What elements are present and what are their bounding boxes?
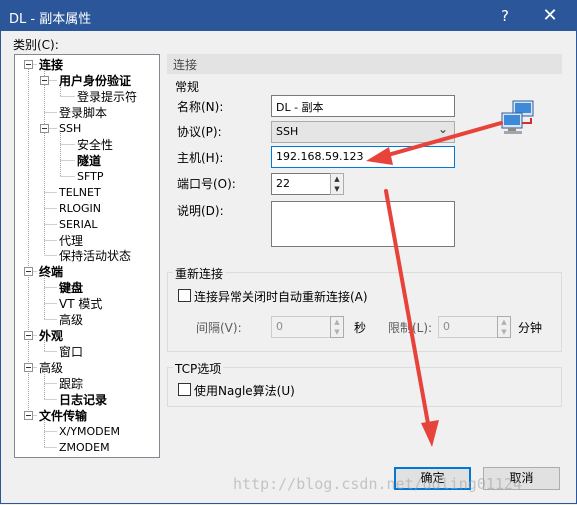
tree-item-proxy[interactable]: 代理 — [59, 233, 83, 249]
general-group-title: 常规 — [175, 80, 200, 94]
protocol-label: 协议(P): — [177, 125, 222, 139]
help-button[interactable]: ? — [493, 5, 517, 27]
reconnect-group-title: 重新连接 — [173, 265, 226, 282]
watermark: http://blog.csdn.net/ddling01124 — [233, 475, 522, 493]
port-label: 端口号(O): — [177, 177, 236, 191]
tree-item-vt-mode[interactable]: VT 模式 — [59, 296, 102, 312]
protocol-select[interactable]: SSH ⌄ — [271, 121, 455, 143]
category-tree[interactable]: 连接 用户身份验证 登录提示符 登录脚本 SSH 安全性 隧道 SFTP TEL… — [14, 54, 160, 458]
tree-item-telnet[interactable]: TELNET — [59, 185, 101, 201]
protocol-value: SSH — [276, 125, 299, 138]
spin-down-icon[interactable]: ▼ — [331, 184, 343, 194]
spin-down-icon[interactable]: ▼ — [331, 327, 343, 337]
tree-item-login-script[interactable]: 登录脚本 — [59, 105, 107, 121]
collapse-connection-icon[interactable] — [24, 60, 33, 69]
host-label: 主机(H): — [177, 151, 224, 165]
tree-item-window[interactable]: 窗口 — [59, 344, 83, 360]
tree-item-connection[interactable]: 连接 — [39, 57, 63, 73]
limit-spinner[interactable]: ▲ ▼ — [497, 316, 511, 338]
tree-item-login-prompt[interactable]: 登录提示符 — [77, 89, 137, 105]
chevron-down-icon: ⌄ — [437, 122, 448, 136]
tree-item-serial[interactable]: SERIAL — [59, 217, 97, 233]
title-bar[interactable]: DL - 副本属性 ? ✕ — [1, 1, 576, 31]
interval-unit: 秒 — [354, 321, 367, 335]
tree-item-file-transfer[interactable]: 文件传输 — [39, 408, 87, 424]
tree-item-keepalive[interactable]: 保持活动状态 — [59, 248, 131, 264]
tree-item-appearance[interactable]: 外观 — [39, 328, 63, 344]
tree-item-xymodem[interactable]: X/YMODEM — [59, 424, 120, 440]
port-spinner[interactable]: ▲ ▼ — [330, 173, 344, 195]
arrow-to-ok-head — [421, 420, 439, 447]
tree-item-keyboard[interactable]: 键盘 — [59, 280, 83, 296]
collapse-terminal-icon[interactable] — [24, 267, 33, 276]
name-field[interactable]: DL - 副本 — [271, 95, 455, 117]
auto-reconnect-checkbox[interactable] — [178, 289, 191, 302]
category-label: 类别(C): — [13, 38, 59, 52]
window-title: DL - 副本属性 — [9, 12, 92, 27]
interval-spinner[interactable]: ▲ ▼ — [330, 316, 344, 338]
limit-field[interactable]: 0 — [438, 316, 498, 338]
spin-down-icon[interactable]: ▼ — [498, 327, 510, 337]
nagle-checkbox[interactable] — [178, 383, 191, 396]
interval-field[interactable]: 0 — [271, 316, 331, 338]
tree-item-user-auth[interactable]: 用户身份验证 — [59, 73, 131, 89]
pane-title: 连接 — [167, 54, 562, 74]
tree-item-terminal-advanced[interactable]: 高级 — [59, 312, 83, 328]
tree-item-tunnel[interactable]: 隧道 — [77, 153, 101, 169]
tree-item-ssh[interactable]: SSH — [59, 121, 81, 137]
nagle-label[interactable]: 使用Nagle算法(U) — [194, 382, 295, 399]
name-label: 名称(N): — [177, 100, 224, 114]
tree-item-rlogin[interactable]: RLOGIN — [59, 201, 101, 217]
spin-up-icon[interactable]: ▲ — [331, 317, 343, 327]
collapse-file-transfer-icon[interactable] — [24, 411, 33, 420]
spin-up-icon[interactable]: ▲ — [331, 174, 343, 184]
tree-item-advanced[interactable]: 高级 — [39, 360, 63, 376]
network-computers-icon — [501, 100, 534, 134]
tcp-group-title: TCP选项 — [173, 360, 224, 377]
interval-label: 间隔(V): — [196, 321, 242, 335]
collapse-appearance-icon[interactable] — [24, 331, 33, 340]
collapse-advanced-icon[interactable] — [24, 363, 33, 372]
limit-label: 限制(L): — [388, 321, 433, 335]
description-field[interactable] — [271, 201, 455, 247]
tree-item-terminal[interactable]: 终端 — [39, 264, 63, 280]
auto-reconnect-label[interactable]: 连接异常关闭时自动重新连接(A) — [194, 288, 368, 305]
reconnect-group — [167, 272, 562, 352]
port-field[interactable]: 22 — [271, 173, 331, 195]
tree-item-logging[interactable]: 日志记录 — [59, 392, 107, 408]
description-label: 说明(D): — [177, 204, 224, 218]
collapse-user-auth-icon[interactable] — [40, 76, 49, 85]
tree-item-trace[interactable]: 跟踪 — [59, 376, 83, 392]
limit-unit: 分钟 — [518, 321, 543, 335]
properties-dialog: DL - 副本属性 ? ✕ 类别(C): 连接 用户身份验证 登录提示符 登录脚… — [0, 0, 577, 504]
tree-item-sftp[interactable]: SFTP — [77, 169, 103, 185]
tree-item-security[interactable]: 安全性 — [77, 137, 113, 153]
tree-item-zmodem[interactable]: ZMODEM — [59, 440, 110, 456]
host-field[interactable]: 192.168.59.123 — [271, 146, 455, 168]
collapse-ssh-icon[interactable] — [40, 124, 49, 133]
spin-up-icon[interactable]: ▲ — [498, 317, 510, 327]
close-button[interactable]: ✕ — [538, 5, 562, 27]
